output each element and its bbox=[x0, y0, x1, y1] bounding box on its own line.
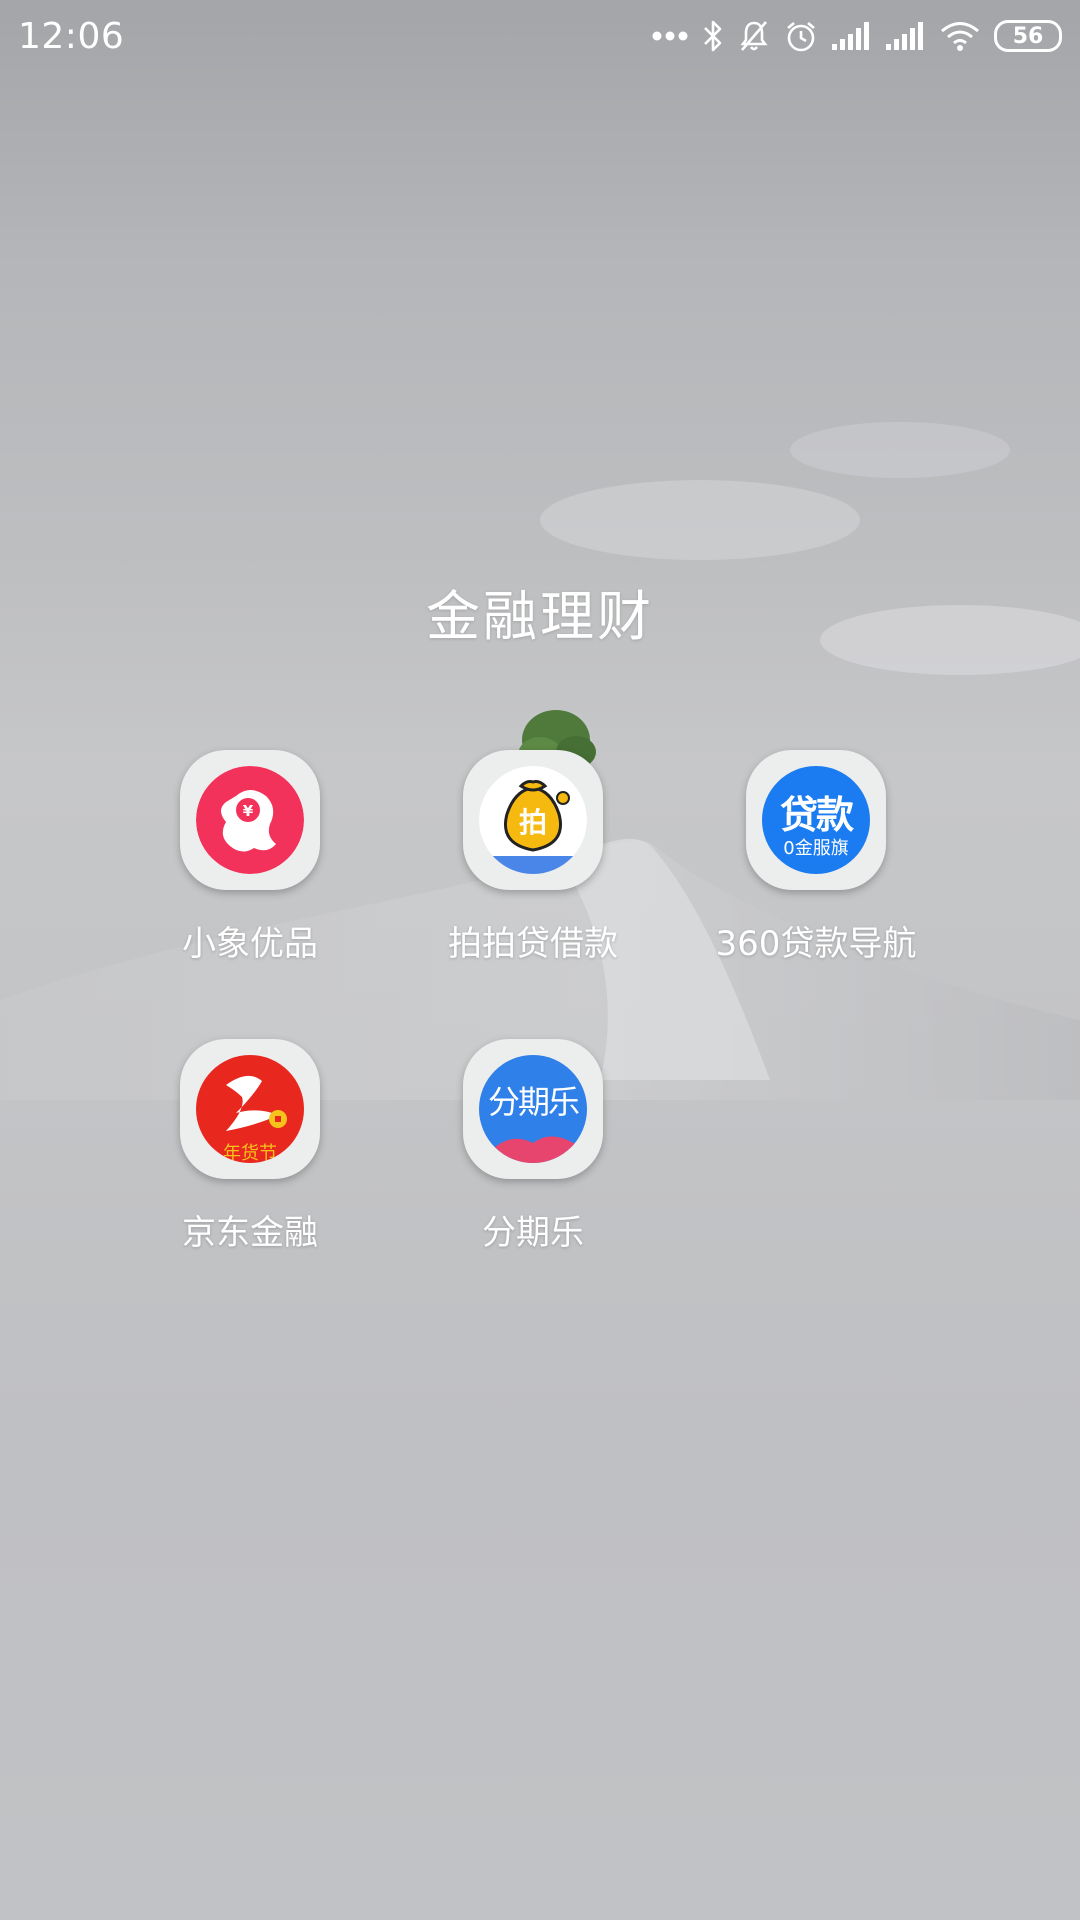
app-label: 分期乐 bbox=[482, 1213, 584, 1253]
app-jd-finance[interactable]: 年货节 京东金融 bbox=[109, 1039, 391, 1254]
paipaidai-app-icon[interactable]: 拍 bbox=[463, 750, 603, 890]
jd-finance-app-icon[interactable]: 年货节 bbox=[180, 1039, 320, 1179]
app-360-loan[interactable]: 贷款 0金服旗 360贷款导航 bbox=[675, 750, 957, 965]
xiaoxiang-app-icon[interactable]: ¥ bbox=[180, 750, 320, 890]
folder-title[interactable]: 金融理财 bbox=[0, 572, 1080, 651]
signal-icon bbox=[886, 22, 926, 50]
icon-subtext: 0金服旗 bbox=[783, 838, 849, 859]
app-label: 拍拍贷借款 bbox=[448, 924, 618, 964]
app-paipaidai[interactable]: 拍 拍拍贷借款 bbox=[392, 750, 674, 965]
app-fenqile[interactable]: 分期乐 分期乐 bbox=[392, 1039, 674, 1254]
status-icons: 56 bbox=[652, 19, 1062, 53]
app-label: 360贷款导航 bbox=[715, 924, 917, 964]
clock: 12:06 bbox=[18, 15, 125, 57]
status-bar: 12:06 56 bbox=[0, 0, 1080, 72]
app-label: 小象优品 bbox=[182, 924, 318, 964]
wifi-icon bbox=[940, 20, 980, 52]
app-label: 京东金融 bbox=[182, 1213, 318, 1253]
app-xiaoxiang[interactable]: ¥ 小象优品 bbox=[109, 750, 391, 965]
battery-icon: 56 bbox=[994, 20, 1062, 52]
fenqile-app-icon[interactable]: 分期乐 bbox=[463, 1039, 603, 1179]
360-loan-app-icon[interactable]: 贷款 0金服旗 bbox=[746, 750, 886, 890]
svg-text:¥: ¥ bbox=[243, 802, 254, 820]
svg-text:拍: 拍 bbox=[519, 806, 547, 839]
more-dots-icon bbox=[652, 30, 688, 42]
bluetooth-icon bbox=[702, 19, 724, 53]
icon-subtext: 年货节 bbox=[223, 1143, 277, 1163]
notifications-off-icon bbox=[738, 19, 770, 53]
alarm-icon bbox=[784, 19, 818, 53]
signal-icon bbox=[832, 22, 872, 50]
icon-text: 贷款 bbox=[779, 793, 854, 837]
icon-text: 分期乐 bbox=[487, 1083, 580, 1121]
